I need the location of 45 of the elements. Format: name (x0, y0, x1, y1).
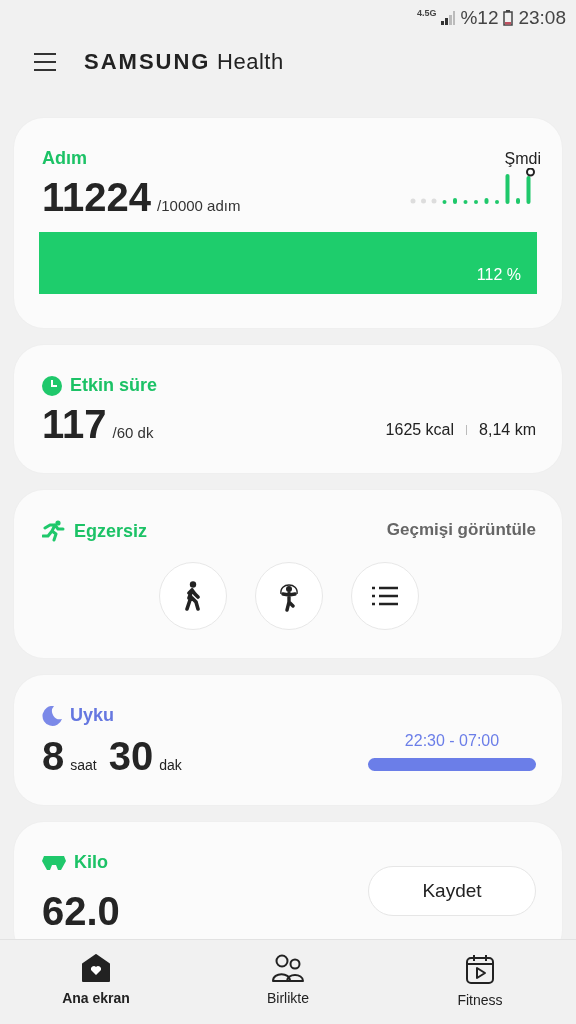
minutes-unit: dak (159, 757, 182, 773)
active-time-card[interactable]: Etkin süre 117/60 dk 1625 kcal 8,14 km (14, 345, 562, 473)
running-icon (42, 520, 66, 542)
app-title: SAMSUNG Health (84, 49, 284, 75)
weight-card[interactable]: Kilo 62.0 Kaydet (14, 822, 562, 939)
battery-percent: %12 (460, 7, 499, 29)
home-icon (81, 954, 111, 982)
sleep-hours: 8 (42, 734, 65, 779)
nav-tab[interactable]: Birlikte (213, 940, 363, 1024)
sleep-range: 22:30 - 07:00 (404, 732, 500, 750)
calories-value: 1625 kcal (385, 421, 455, 439)
card-title: Adım (42, 148, 88, 169)
card-title: Uyku (70, 705, 114, 726)
active-minutes: 117 (42, 402, 107, 447)
nav-tab[interactable]: Fitness (405, 940, 555, 1024)
steps-goal: /10000 adım (157, 197, 241, 214)
menu-icon[interactable] (34, 53, 56, 71)
hours-unit: saat (70, 757, 97, 773)
now-label: Şmdi (504, 150, 541, 168)
card-title: Etkin süre (70, 375, 158, 396)
card-title: Egzersiz (74, 520, 148, 542)
save-button[interactable]: Kaydet (368, 866, 536, 916)
distance-value: 8,14 km (479, 421, 536, 439)
clock: 23:08 (518, 7, 566, 29)
people-icon (272, 954, 304, 982)
scale-icon (42, 855, 66, 870)
clock-icon (42, 375, 62, 396)
sleep-minutes: 30 (108, 734, 154, 779)
weight-value: 62.0 (42, 889, 120, 934)
walking-icon (184, 581, 202, 611)
moon-icon (42, 705, 62, 726)
sleep-card[interactable]: Uyku 8 saat 30 dak 22:30 - 07:00 (14, 675, 562, 805)
video-calendar-icon (465, 954, 495, 984)
active-goal: /60 dk (112, 424, 154, 441)
steps-card[interactable]: Adım 11224/10000 adım Şmdi 112 % (14, 118, 562, 328)
list-icon (372, 586, 398, 606)
steps-value: 11224 (42, 175, 152, 220)
exercise-card[interactable]: Egzersiz Geçmişi görüntüle (14, 490, 562, 658)
card-title: Kilo (74, 852, 108, 873)
progress-percent: 112 % (476, 266, 521, 284)
network-label: 4.5G (416, 8, 437, 18)
battery-icon (503, 10, 514, 26)
history-link[interactable]: Geçmişi görüntüle (386, 520, 536, 540)
signal-icon (441, 11, 456, 25)
nav-tab[interactable]: Ana ekran (21, 940, 171, 1024)
